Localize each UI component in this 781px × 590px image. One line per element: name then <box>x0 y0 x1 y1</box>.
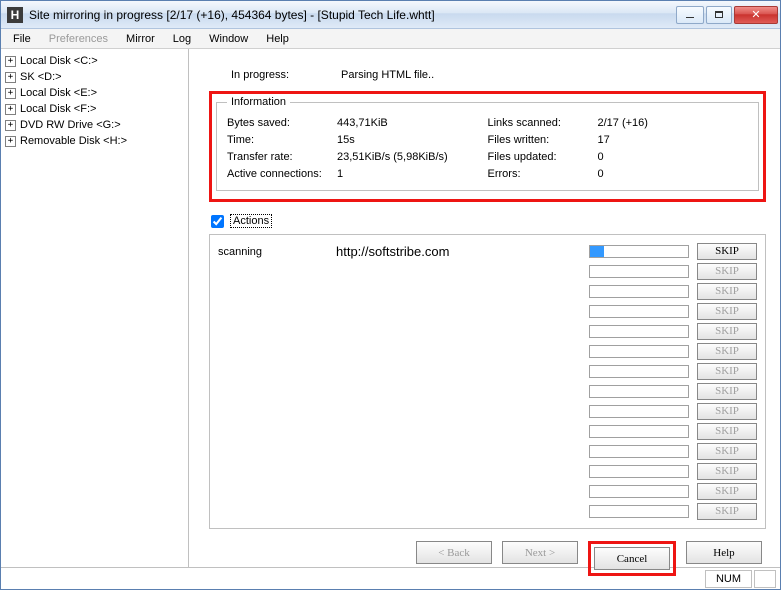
progress-fill <box>590 246 604 257</box>
skip-button: SKIP <box>697 403 757 420</box>
skip-button: SKIP <box>697 383 757 400</box>
skip-button[interactable]: SKIP <box>697 243 757 260</box>
conn-status: scanning <box>218 246 328 258</box>
minimize-icon <box>686 17 694 18</box>
tree-node[interactable]: + Removable Disk <H:> <box>3 133 186 149</box>
dialog-button-row: < Back Next > Cancel Help <box>209 529 766 576</box>
conn-progress <box>589 405 689 418</box>
information-legend: Information <box>227 96 290 108</box>
drive-tree: + Local Disk <C:> + SK <D:> + Local Disk <E… <box>1 49 189 567</box>
conn-progress <box>589 265 689 278</box>
skip-button: SKIP <box>697 483 757 500</box>
information-fieldset: Information Bytes saved:443,71KiB Time:1… <box>216 96 759 191</box>
tree-label: Local Disk <F:> <box>20 103 96 115</box>
information-highlight: Information Bytes saved:443,71KiB Time:1… <box>209 91 766 202</box>
expand-icon[interactable]: + <box>5 120 16 131</box>
conn-progress <box>589 385 689 398</box>
conn-progress <box>589 425 689 438</box>
conn-progress <box>589 345 689 358</box>
cancel-highlight: Cancel <box>588 541 676 576</box>
back-button[interactable]: < Back <box>416 541 492 564</box>
menu-bar: File Preferences Mirror Log Window Help <box>1 29 780 49</box>
maximize-button[interactable] <box>706 6 732 24</box>
conn-progress <box>589 465 689 478</box>
conn-progress <box>589 505 689 518</box>
expand-icon[interactable]: + <box>5 136 16 147</box>
skip-button: SKIP <box>697 443 757 460</box>
skip-button: SKIP <box>697 283 757 300</box>
expand-icon[interactable]: + <box>5 56 16 67</box>
help-button[interactable]: Help <box>686 541 762 564</box>
connections-panel: scanning http://softstribe.com SKIP SKIP SKI… <box>209 234 766 529</box>
conn-progress <box>589 245 689 258</box>
conn-progress <box>589 305 689 318</box>
conn-progress <box>589 445 689 458</box>
tree-label: Removable Disk <H:> <box>20 135 127 147</box>
next-button[interactable]: Next > <box>502 541 578 564</box>
files-updated-value: 0 <box>598 151 604 163</box>
tree-label: Local Disk <C:> <box>20 55 98 67</box>
tree-node[interactable]: + Local Disk <F:> <box>3 101 186 117</box>
menu-log[interactable]: Log <box>165 31 199 47</box>
actions-checkbox[interactable] <box>211 215 224 228</box>
active-connections-label: Active connections: <box>227 168 337 180</box>
conn-progress <box>589 485 689 498</box>
bytes-saved-label: Bytes saved: <box>227 117 337 129</box>
menu-preferences[interactable]: Preferences <box>41 31 116 47</box>
tree-label: SK <D:> <box>20 71 62 83</box>
skip-button: SKIP <box>697 423 757 440</box>
expand-icon[interactable]: + <box>5 88 16 99</box>
time-label: Time: <box>227 134 337 146</box>
skip-button: SKIP <box>697 323 757 340</box>
window-title: Site mirroring in progress [2/17 (+16), … <box>29 8 676 22</box>
app-icon: H <box>7 7 23 23</box>
menu-file[interactable]: File <box>5 31 39 47</box>
files-written-value: 17 <box>598 134 610 146</box>
transfer-rate-label: Transfer rate: <box>227 151 337 163</box>
close-icon: ✕ <box>751 8 760 21</box>
links-scanned-label: Links scanned: <box>488 117 598 129</box>
menu-window[interactable]: Window <box>201 31 256 47</box>
errors-label: Errors: <box>488 168 598 180</box>
skip-button: SKIP <box>697 503 757 520</box>
tree-label: DVD RW Drive <G:> <box>20 119 121 131</box>
conn-progress <box>589 365 689 378</box>
bytes-saved-value: 443,71KiB <box>337 117 388 129</box>
tree-node[interactable]: + DVD RW Drive <G:> <box>3 117 186 133</box>
close-button[interactable]: ✕ <box>734 6 778 24</box>
menu-mirror[interactable]: Mirror <box>118 31 163 47</box>
files-written-label: Files written: <box>488 134 598 146</box>
skip-button: SKIP <box>697 263 757 280</box>
errors-value: 0 <box>598 168 604 180</box>
links-scanned-value: 2/17 (+16) <box>598 117 648 129</box>
menu-help[interactable]: Help <box>258 31 297 47</box>
expand-icon[interactable]: + <box>5 104 16 115</box>
tree-node[interactable]: + Local Disk <C:> <box>3 53 186 69</box>
tree-node[interactable]: + Local Disk <E:> <box>3 85 186 101</box>
minimize-button[interactable] <box>676 6 704 24</box>
time-value: 15s <box>337 134 355 146</box>
skip-button: SKIP <box>697 463 757 480</box>
conn-url: http://softstribe.com <box>336 244 581 259</box>
tree-label: Local Disk <E:> <box>20 87 97 99</box>
files-updated-label: Files updated: <box>488 151 598 163</box>
expand-icon[interactable]: + <box>5 72 16 83</box>
cancel-button[interactable]: Cancel <box>594 547 670 570</box>
skip-button: SKIP <box>697 363 757 380</box>
active-connections-value: 1 <box>337 168 343 180</box>
tree-node[interactable]: + SK <D:> <box>3 69 186 85</box>
actions-label: Actions <box>230 214 272 228</box>
maximize-icon <box>715 11 723 18</box>
in-progress-value: Parsing HTML file.. <box>341 69 434 81</box>
conn-progress <box>589 285 689 298</box>
title-bar: H Site mirroring in progress [2/17 (+16)… <box>1 1 780 29</box>
conn-progress <box>589 325 689 338</box>
skip-button: SKIP <box>697 343 757 360</box>
transfer-rate-value: 23,51KiB/s (5,98KiB/s) <box>337 151 448 163</box>
skip-button: SKIP <box>697 303 757 320</box>
main-panel: In progress: Parsing HTML file.. Informa… <box>189 49 780 567</box>
in-progress-label: In progress: <box>231 69 341 81</box>
